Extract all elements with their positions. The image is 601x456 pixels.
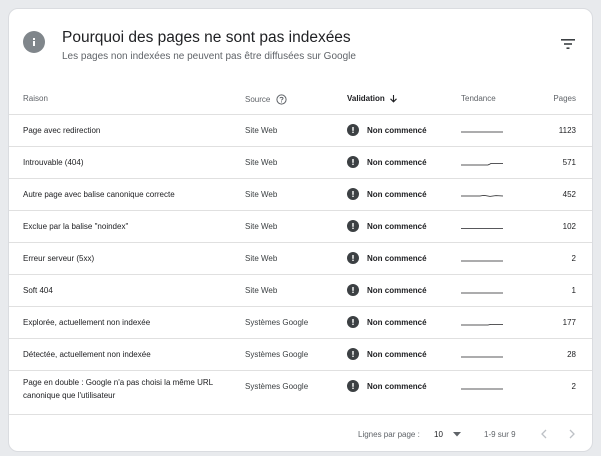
row-reason: Page en double : Google n'a pas choisi l… — [23, 378, 213, 400]
exclamation-icon — [347, 156, 359, 168]
exclamation-icon — [347, 316, 359, 328]
row-source: Site Web — [245, 222, 278, 231]
row-validation: Non commencé — [347, 124, 427, 136]
row-reason: Exclue par la balise "noindex" — [23, 222, 129, 231]
row-pages: 2 — [571, 382, 576, 391]
row-validation-label: Non commencé — [367, 317, 427, 327]
row-validation: Non commencé — [347, 380, 427, 392]
not-indexed-card: Pourquoi des pages ne sont pas indexées … — [8, 8, 593, 452]
row-source: Site Web — [245, 126, 278, 135]
row-reason: Page avec redirection — [23, 126, 101, 135]
trend-sparkline — [461, 260, 503, 262]
row-validation-label: Non commencé — [367, 189, 427, 199]
row-validation: Non commencé — [347, 156, 427, 168]
table-row[interactable]: Erreur serveur (5xx) Site Web Non commen… — [9, 243, 592, 275]
rows-per-page-select[interactable]: 10 — [434, 430, 461, 439]
exclamation-icon — [347, 220, 359, 232]
table-row[interactable]: Autre page avec balise canonique correct… — [9, 179, 592, 211]
table-row[interactable]: Explorée, actuellement non indexée Systè… — [9, 307, 592, 339]
trend-sparkline — [461, 324, 503, 326]
row-pages: 102 — [562, 222, 576, 231]
row-validation: Non commencé — [347, 220, 427, 232]
row-source: Systèmes Google — [245, 382, 309, 391]
row-source: Systèmes Google — [245, 318, 309, 327]
table-row[interactable]: Exclue par la balise "noindex" Site Web … — [9, 211, 592, 243]
column-header-reason[interactable]: Raison — [23, 94, 48, 103]
arrow-down-icon[interactable] — [389, 94, 398, 105]
row-reason: Explorée, actuellement non indexée — [23, 318, 151, 327]
column-header-source[interactable]: Source — [245, 94, 287, 107]
row-validation-label: Non commencé — [367, 381, 427, 391]
row-pages: 1123 — [558, 126, 576, 135]
row-validation: Non commencé — [347, 348, 427, 360]
row-pages: 452 — [562, 190, 576, 199]
row-pages: 177 — [562, 318, 576, 327]
column-header-source-label: Source — [245, 95, 271, 104]
row-validation: Non commencé — [347, 316, 427, 328]
trend-sparkline — [461, 356, 503, 358]
table-row[interactable]: Introuvable (404) Site Web Non commencé … — [9, 147, 592, 179]
row-source: Systèmes Google — [245, 350, 309, 359]
row-validation-label: Non commencé — [367, 221, 427, 231]
rows-per-page-label: Lignes par page : — [358, 430, 420, 439]
column-header-pages[interactable]: Pages — [553, 94, 576, 103]
row-pages: 1 — [571, 286, 576, 295]
filter-icon[interactable] — [560, 37, 576, 51]
row-source: Site Web — [245, 286, 278, 295]
trend-sparkline — [461, 228, 503, 229]
column-header-trend[interactable]: Tendance — [461, 94, 496, 103]
row-validation-label: Non commencé — [367, 285, 427, 295]
card-title: Pourquoi des pages ne sont pas indexées — [62, 29, 351, 46]
chevron-right-icon[interactable] — [565, 427, 579, 441]
row-reason: Autre page avec balise canonique correct… — [23, 190, 175, 199]
column-header-validation[interactable]: Validation — [347, 94, 398, 105]
exclamation-icon — [347, 188, 359, 200]
exclamation-icon — [347, 348, 359, 360]
trend-sparkline — [461, 194, 504, 197]
row-validation: Non commencé — [347, 252, 427, 264]
column-header-validation-label: Validation — [347, 94, 385, 103]
row-pages: 28 — [567, 350, 576, 359]
row-validation-label: Non commencé — [367, 125, 427, 135]
row-validation: Non commencé — [347, 188, 427, 200]
row-validation-label: Non commencé — [367, 157, 427, 167]
table-row[interactable]: Détectée, actuellement non indexée Systè… — [9, 339, 592, 371]
info-icon — [23, 31, 45, 53]
table-header: Raison Source Validation Tendance Pages — [9, 83, 592, 115]
row-validation: Non commencé — [347, 284, 427, 296]
exclamation-icon — [347, 252, 359, 264]
row-pages: 571 — [562, 158, 576, 167]
trend-sparkline — [461, 388, 503, 390]
pagination-range: 1-9 sur 9 — [484, 430, 516, 439]
rows-per-page-value: 10 — [434, 430, 443, 439]
row-reason: Détectée, actuellement non indexée — [23, 350, 151, 359]
row-reason: Soft 404 — [23, 286, 53, 295]
card-header: Pourquoi des pages ne sont pas indexées … — [9, 9, 592, 83]
row-source: Site Web — [245, 158, 278, 167]
row-source: Site Web — [245, 190, 278, 199]
exclamation-icon — [347, 124, 359, 136]
caret-down-icon — [452, 430, 461, 439]
row-reason: Erreur serveur (5xx) — [23, 254, 95, 263]
trend-sparkline — [461, 163, 503, 166]
table-pagination: Lignes par page : 10 1-9 sur 9 — [9, 419, 592, 451]
row-reason: Introuvable (404) — [23, 158, 84, 167]
row-validation-label: Non commencé — [367, 349, 427, 359]
chevron-left-icon[interactable] — [537, 427, 551, 441]
table-row[interactable]: Soft 404 Site Web Non commencé 1 — [9, 275, 592, 307]
card-subtitle: Les pages non indexées ne peuvent pas êt… — [62, 51, 356, 62]
row-validation-label: Non commencé — [367, 253, 427, 263]
exclamation-icon — [347, 380, 359, 392]
help-circle-icon[interactable] — [276, 94, 287, 107]
trend-sparkline — [461, 292, 503, 294]
row-source: Site Web — [245, 254, 278, 263]
table-row[interactable]: Page avec redirection Site Web Non comme… — [9, 115, 592, 147]
row-pages: 2 — [571, 254, 576, 263]
exclamation-icon — [347, 284, 359, 296]
trend-sparkline — [461, 131, 503, 133]
table-row[interactable]: Page en double : Google n'a pas choisi l… — [9, 371, 592, 415]
